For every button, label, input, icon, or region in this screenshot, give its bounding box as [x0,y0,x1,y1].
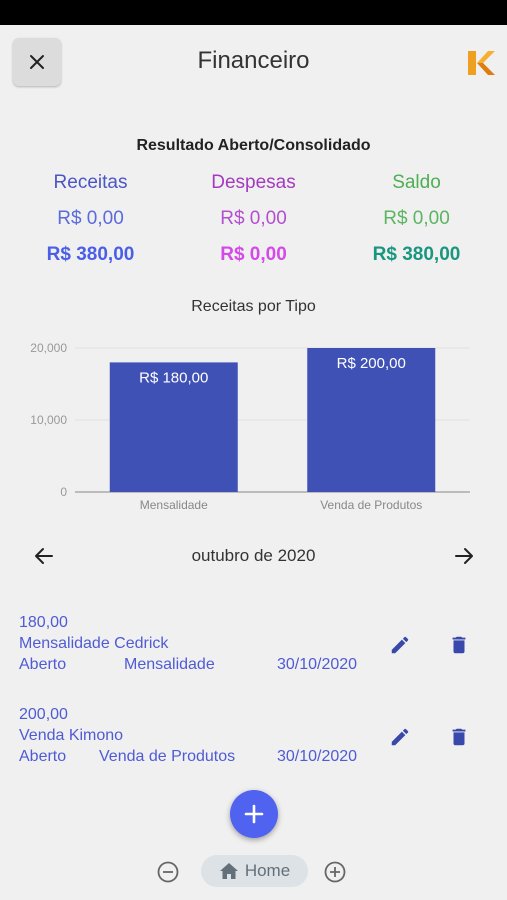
home-icon [219,863,238,879]
trash-icon [452,728,466,746]
summary-despesas-total: R$ 0,00 [220,244,287,265]
y-tick-label: 0 [60,485,67,499]
x-tick-label: Mensalidade [140,498,208,512]
brand-logo [468,51,495,75]
trash-icon [452,636,466,654]
page-title: Financeiro [197,47,310,74]
entry-status: Aberto [19,748,67,765]
pencil-icon [391,728,409,746]
summary-saldo-open: R$ 0,00 [383,208,450,229]
summary-saldo-total: R$ 380,00 [372,244,461,265]
y-tick-label: 10,000 [30,413,67,427]
plus-icon [244,804,264,824]
month-label: outubro de 2020 [191,546,316,565]
zoom-in-icon[interactable] [323,860,347,884]
next-month-button[interactable] [448,540,480,572]
x-tick-label: Venda de Produtos [320,498,422,512]
entry-amount: 180,00 [19,614,68,631]
list-item[interactable]: 180,00 Mensalidade Cedrick Aberto Mensal… [19,614,489,682]
entry-description: Mensalidade Cedrick [19,635,169,652]
arrow-right-icon [455,548,473,564]
entry-date: 30/10/2020 [277,656,358,673]
summary-despesas-open: R$ 0,00 [220,208,287,229]
edit-button[interactable] [386,631,414,659]
summary-receitas-total: R$ 380,00 [46,244,135,265]
bar-data-label: R$ 200,00 [337,355,406,372]
header: Financeiro [0,25,507,100]
home-button[interactable]: Home [201,855,308,887]
entry-amount: 200,00 [19,706,68,723]
entry-status: Aberto [19,656,67,673]
summary-receitas-label: Receitas [53,172,128,193]
edit-button[interactable] [386,723,414,751]
add-entry-button[interactable] [230,790,278,838]
home-label: Home [244,861,291,880]
list-item[interactable]: 200,00 Venda Kimono Aberto Venda de Prod… [19,706,489,774]
summary-saldo-label: Saldo [392,172,441,193]
summary-saldo: Saldo R$ 0,00 R$ 380,00 [332,172,501,266]
entry-description: Venda Kimono [19,727,124,744]
bottom-bar: Home [0,853,507,889]
delete-button[interactable] [445,723,473,751]
bar-chart: 0 10,000 20,000 R$ 180,00 Mensalidade R$ 200,… [30,341,470,512]
summary-receitas: Receitas R$ 0,00 R$ 380,00 [6,172,175,266]
entry-type: Mensalidade [124,656,215,673]
entry-date: 30/10/2020 [277,748,358,765]
delete-button[interactable] [445,631,473,659]
y-tick-label: 20,000 [30,341,67,355]
status-bar [0,0,507,25]
bar-data-label: R$ 180,00 [139,369,208,386]
summary-despesas-label: Despesas [211,172,296,193]
pencil-icon [391,636,409,654]
entry-type: Venda de Produtos [99,748,236,765]
summary-receitas-open: R$ 0,00 [57,208,124,229]
summary-despesas: Despesas R$ 0,00 R$ 0,00 [169,172,338,266]
month-navigation: outubro de 2020 [0,538,507,574]
chart-title: Receitas por Tipo [191,298,316,315]
summary-title: Resultado Aberto/Consolidado [136,137,371,154]
zoom-out-icon[interactable] [156,860,180,884]
